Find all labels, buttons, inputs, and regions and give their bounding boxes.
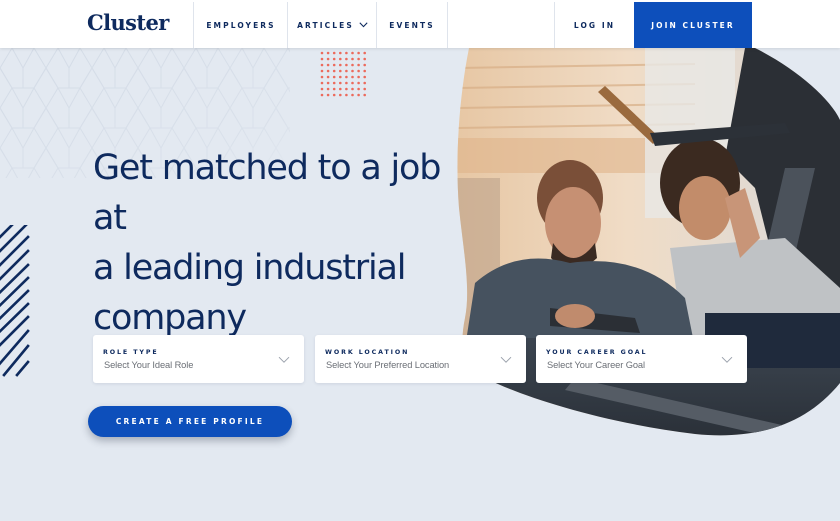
decorative-dot <box>326 69 330 73</box>
decorative-dot <box>363 51 366 55</box>
chevron-down-icon <box>278 356 290 363</box>
headline-line-2: a leading industrial <box>93 248 406 288</box>
career-goal-select[interactable]: YOUR CAREER GOAL Select Your Career Goal <box>536 335 747 383</box>
decorative-dot <box>357 75 360 79</box>
work-location-value: Select Your Preferred Location <box>326 360 450 370</box>
cluster-logo[interactable]: Cluster <box>87 9 169 37</box>
decorative-dot <box>332 57 336 61</box>
decorative-dot <box>363 75 366 79</box>
decorative-dot <box>345 63 348 67</box>
decorative-dot <box>339 75 342 79</box>
decorative-dot <box>320 81 324 85</box>
chevron-down-icon <box>721 356 733 363</box>
decorative-dot <box>351 75 354 79</box>
create-free-profile-button[interactable]: CREATE A FREE PROFILE <box>88 406 292 437</box>
role-type-value: Select Your Ideal Role <box>104 360 194 370</box>
role-type-label: ROLE TYPE <box>103 349 159 356</box>
decorative-dot <box>339 87 342 91</box>
decorative-dot <box>326 51 330 55</box>
decorative-dot <box>320 75 324 79</box>
nav-events-label: EVENTS <box>389 20 435 30</box>
decorative-dot <box>326 57 330 61</box>
nav-events[interactable]: EVENTS <box>376 2 448 48</box>
decorative-dot <box>363 93 366 97</box>
decorative-dot <box>345 87 348 91</box>
decorative-dot <box>332 75 336 79</box>
headline-line-1: Get matched to a job at <box>93 148 441 238</box>
decorative-dot <box>357 51 360 55</box>
decorative-dot <box>320 63 324 67</box>
login-link[interactable]: LOG IN <box>554 2 634 48</box>
work-location-select[interactable]: WORK LOCATION Select Your Preferred Loca… <box>315 335 526 383</box>
decorative-dot <box>320 93 324 97</box>
nav-articles-label: ARTICLES <box>297 20 354 30</box>
decorative-dot <box>345 93 348 97</box>
create-free-profile-label: CREATE A FREE PROFILE <box>115 417 265 426</box>
chevron-down-icon <box>359 22 368 28</box>
decorative-dot <box>320 51 324 55</box>
decorative-dot <box>363 57 366 61</box>
decorative-dot <box>357 63 360 67</box>
decorative-dot <box>351 63 354 67</box>
decorative-dot <box>332 81 336 85</box>
decorative-dot <box>357 69 360 73</box>
decorative-dot <box>332 87 336 91</box>
decorative-dot <box>326 63 330 67</box>
nav-articles[interactable]: ARTICLES <box>287 2 377 48</box>
login-label: LOG IN <box>573 20 616 30</box>
decorative-dot <box>332 51 336 55</box>
career-goal-label: YOUR CAREER GOAL <box>546 349 648 356</box>
decorative-dot <box>363 69 366 73</box>
decorative-dot <box>345 57 348 61</box>
site-header: Cluster EMPLOYERS ARTICLES EVENTS LOG IN… <box>0 0 840 48</box>
decorative-dot <box>326 81 330 85</box>
hero-headline: Get matched to a job at a leading indust… <box>93 143 473 343</box>
decorative-dot <box>339 93 342 97</box>
decorative-dot <box>351 87 354 91</box>
decorative-dot <box>345 81 348 85</box>
work-location-label: WORK LOCATION <box>325 349 410 356</box>
decorative-dot <box>339 63 342 67</box>
diagonal-stripes-decoration <box>0 225 30 377</box>
decorative-dot <box>351 69 354 73</box>
decorative-dot <box>357 93 360 97</box>
decorative-dot <box>345 75 348 79</box>
decorative-dot <box>351 51 354 55</box>
decorative-dot <box>357 57 360 61</box>
nav-employers[interactable]: EMPLOYERS <box>193 2 288 48</box>
decorative-dot <box>345 51 348 55</box>
decorative-dot <box>363 87 366 91</box>
chevron-down-icon <box>500 356 512 363</box>
decorative-dot <box>357 87 360 91</box>
decorative-dot <box>345 69 348 73</box>
join-cluster-label: JOIN CLUSTER <box>651 20 735 30</box>
decorative-dot <box>363 81 366 85</box>
decorative-dot <box>351 93 354 97</box>
join-cluster-button[interactable]: JOIN CLUSTER <box>634 2 752 48</box>
decorative-dot <box>326 87 330 91</box>
career-goal-value: Select Your Career Goal <box>547 360 645 370</box>
decorative-dot <box>339 81 342 85</box>
decorative-dot <box>332 63 336 67</box>
dot-grid-decoration <box>320 51 366 97</box>
decorative-dot <box>339 69 342 73</box>
decorative-dot <box>320 87 324 91</box>
decorative-dot <box>320 57 324 61</box>
decorative-dot <box>339 51 342 55</box>
decorative-dot <box>332 69 336 73</box>
decorative-dot <box>351 81 354 85</box>
decorative-dot <box>363 63 366 67</box>
decorative-dot <box>326 75 330 79</box>
decorative-dot <box>357 81 360 85</box>
decorative-dot <box>339 57 342 61</box>
role-type-select[interactable]: ROLE TYPE Select Your Ideal Role <box>93 335 304 383</box>
nav-employers-label: EMPLOYERS <box>206 20 276 30</box>
decorative-dot <box>320 69 324 73</box>
decorative-dot <box>351 57 354 61</box>
decorative-dot <box>326 93 330 97</box>
decorative-dot <box>332 93 336 97</box>
